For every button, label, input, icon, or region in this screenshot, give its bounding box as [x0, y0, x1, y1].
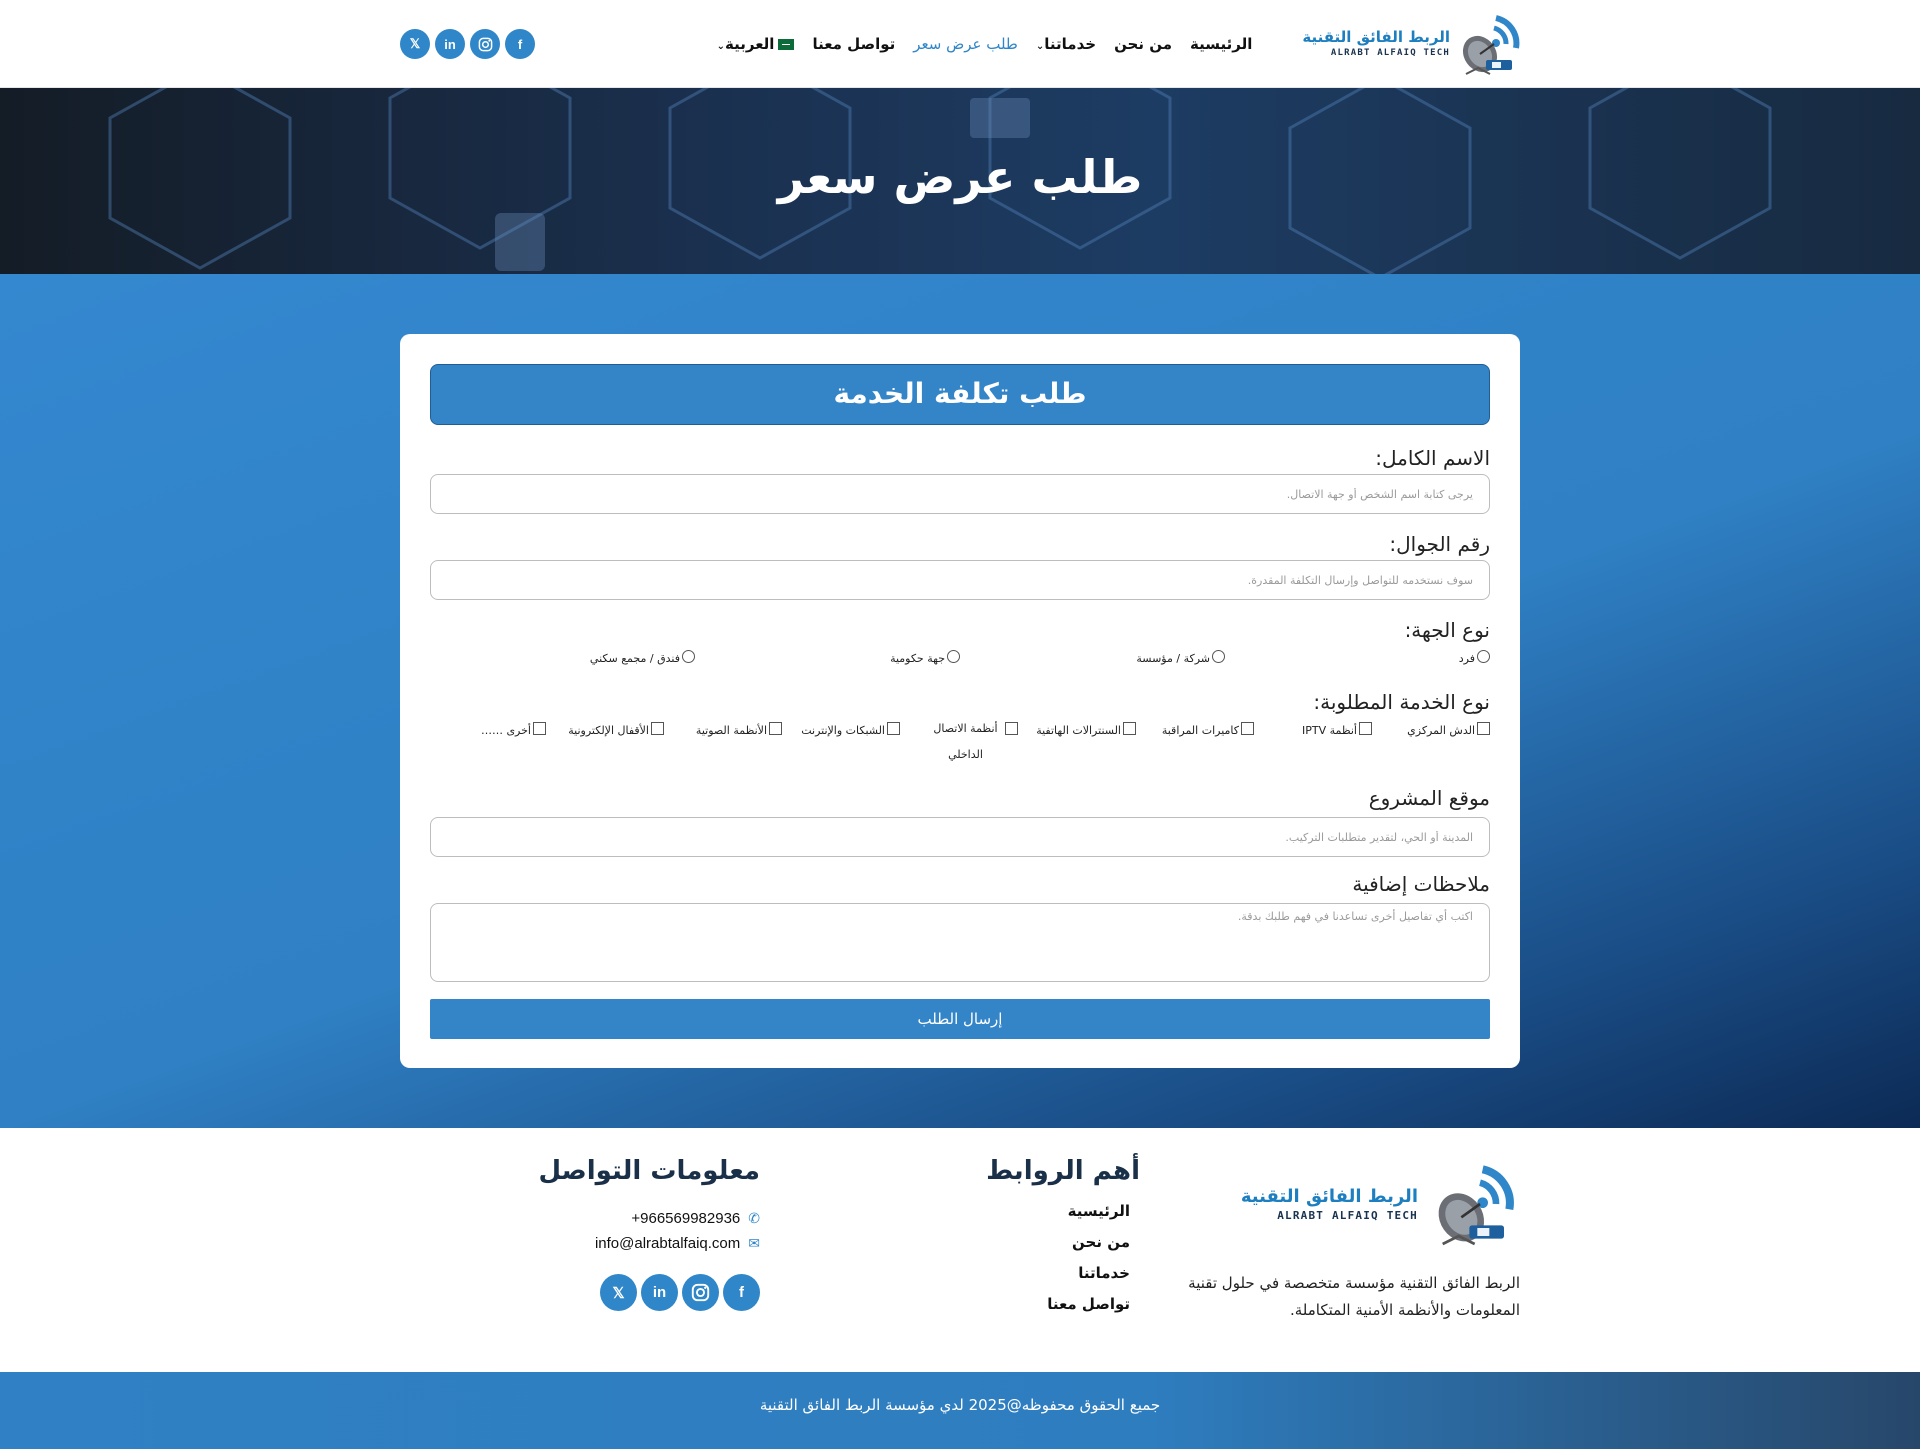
footer-about: الربط الفائق التقنية ALRABT ALFAIQ TECH … — [1160, 1156, 1520, 1324]
footer-links-title: أهم الروابط — [986, 1156, 1140, 1186]
service-option[interactable]: أنظمة IPTV — [1302, 722, 1372, 737]
language-label: العربية — [725, 35, 775, 53]
entity-option[interactable]: شركة / مؤسسة — [1136, 650, 1225, 665]
nav-contact[interactable]: تواصل معنا — [812, 35, 895, 53]
service-option[interactable]: السنترالات الهاتفية — [1036, 722, 1136, 737]
email-address: info@alrabtalfaiq.com — [594, 1235, 741, 1252]
facebook-icon[interactable]: f — [505, 29, 535, 59]
service-type-label: نوع الخدمة المطلوبة: — [1313, 690, 1490, 714]
radio-button[interactable] — [1212, 650, 1225, 663]
notes-label: ملاحظات إضافية — [1352, 872, 1490, 896]
radio-button[interactable] — [1477, 650, 1490, 663]
service-option[interactable]: أخرى …… — [481, 722, 546, 737]
entity-option[interactable]: فندق / مجمع سكني — [590, 650, 695, 665]
instagram-icon[interactable] — [682, 1274, 719, 1311]
notes-textarea[interactable] — [430, 903, 1490, 982]
footer-links: أهم الروابط الرئيسية من نحن خدماتنا تواص… — [986, 1156, 1140, 1326]
radio-button[interactable] — [947, 650, 960, 663]
logo-text-en: ALRABT ALFAIQ TECH — [1277, 1208, 1418, 1222]
logo-text-en: ALRABT ALFAIQ TECH — [1330, 48, 1450, 58]
checkbox[interactable] — [887, 722, 900, 735]
checkbox[interactable] — [1477, 722, 1490, 735]
instagram-icon[interactable] — [470, 29, 500, 59]
x-icon[interactable]: 𝕏 — [600, 1274, 637, 1311]
entity-type-label: نوع الجهة: — [1404, 618, 1490, 642]
form-header: طلب تكلفة الخدمة — [430, 364, 1490, 425]
header-socials: 𝕏 in f — [400, 29, 535, 59]
footer-contact-title: معلومات التواصل — [538, 1156, 760, 1186]
quote-section: طلب تكلفة الخدمة الاسم الكامل: رقم الجوا… — [0, 274, 1920, 1128]
footer-email[interactable]: info@alrabtalfaiq.com ✉ — [538, 1235, 760, 1252]
x-icon[interactable]: 𝕏 — [400, 29, 430, 59]
footer-link-home[interactable]: الرئيسية — [986, 1202, 1130, 1220]
service-type-group: الدش المركزي أنظمة IPTV كاميرات المراقبة… — [430, 722, 1490, 762]
nav-home[interactable]: الرئيسية — [1190, 35, 1252, 53]
footer-link-about[interactable]: من نحن — [986, 1233, 1130, 1251]
service-option[interactable]: الشبكات والإنترنت — [801, 722, 900, 737]
phone-icon: ✆ — [748, 1210, 760, 1226]
footer-contact: معلومات التواصل +966569982936 ✆ info@alr… — [538, 1156, 760, 1311]
chevron-down-icon: ⌄ — [716, 41, 726, 52]
location-label: موقع المشروع — [1368, 786, 1490, 810]
phone-input[interactable] — [430, 560, 1490, 600]
linkedin-icon[interactable]: in — [641, 1274, 678, 1311]
checkbox[interactable] — [1005, 722, 1018, 735]
footer-phone[interactable]: +966569982936 ✆ — [538, 1210, 760, 1227]
main-nav: الرئيسية من نحن خدماتنا⌄ طلب عرض سعر توا… — [717, 35, 1253, 53]
checkbox[interactable] — [769, 722, 782, 735]
name-label: الاسم الكامل: — [1375, 446, 1490, 470]
nav-quote[interactable]: طلب عرض سعر — [913, 35, 1018, 53]
linkedin-icon[interactable]: in — [435, 29, 465, 59]
service-option[interactable]: الدش المركزي — [1407, 722, 1490, 737]
language-switcher[interactable]: العربية⌄ — [717, 35, 795, 53]
full-name-input[interactable] — [430, 474, 1490, 514]
service-option[interactable]: أنظمة الاتصال الداخلي — [928, 722, 1018, 768]
service-option[interactable]: الأقفال الإلكترونية — [568, 722, 664, 737]
satellite-dish-icon — [1462, 15, 1520, 75]
quote-form-card: طلب تكلفة الخدمة الاسم الكامل: رقم الجوا… — [400, 334, 1520, 1068]
nav-services[interactable]: خدماتنا⌄ — [1036, 35, 1096, 53]
footer-socials: 𝕏 in f — [538, 1274, 760, 1311]
nav-services-label: خدماتنا — [1044, 35, 1097, 53]
service-option[interactable]: الأنظمة الصوتية — [696, 722, 782, 737]
submit-button[interactable]: إرسال الطلب — [430, 999, 1490, 1039]
saudi-flag-icon — [778, 39, 795, 50]
radio-button[interactable] — [682, 650, 695, 663]
facebook-icon[interactable]: f — [723, 1274, 760, 1311]
service-option[interactable]: كاميرات المراقبة — [1162, 722, 1254, 737]
entity-option[interactable]: جهة حكومية — [890, 650, 960, 665]
site-footer: الربط الفائق التقنية ALRABT ALFAIQ TECH … — [0, 1128, 1920, 1372]
project-location-input[interactable] — [430, 817, 1490, 857]
logo-text-ar: الربط الفائق التقنية — [1302, 28, 1450, 46]
checkbox[interactable] — [533, 722, 546, 735]
checkbox[interactable] — [1359, 722, 1372, 735]
site-logo[interactable]: الربط الفائق التقنية ALRABT ALFAIQ TECH — [1302, 8, 1520, 80]
checkbox[interactable] — [1123, 722, 1136, 735]
copyright-bar: جميع الحقوق محفوظه@2025 لدي مؤسسة الربط … — [0, 1372, 1920, 1449]
envelope-icon: ✉ — [748, 1235, 760, 1251]
footer-link-contact[interactable]: تواصل معنا — [986, 1295, 1130, 1313]
footer-about-text: الربط الفائق التقنية مؤسسة متخصصة في حلو… — [1188, 1274, 1520, 1319]
phone-label: رقم الجوال: — [1389, 532, 1490, 556]
page-title: طلب عرض سعر — [777, 150, 1143, 204]
footer-logo[interactable]: الربط الفائق التقنية ALRABT ALFAIQ TECH — [1160, 1156, 1520, 1252]
phone-number: +966569982936 — [631, 1210, 741, 1227]
entity-option[interactable]: فرد — [1459, 650, 1490, 665]
satellite-dish-icon — [1438, 1165, 1514, 1246]
checkbox[interactable] — [651, 722, 664, 735]
footer-link-services[interactable]: خدماتنا — [986, 1264, 1130, 1282]
chevron-down-icon: ⌄ — [1035, 41, 1045, 52]
logo-text-ar: الربط الفائق التقنية — [1240, 1185, 1418, 1207]
entity-type-group: فرد شركة / مؤسسة جهة حكومية فندق / مجمع … — [430, 650, 1490, 670]
nav-about[interactable]: من نحن — [1114, 35, 1172, 53]
page-hero: طلب عرض سعر — [0, 88, 1920, 274]
checkbox[interactable] — [1241, 722, 1254, 735]
site-header: الربط الفائق التقنية ALRABT ALFAIQ TECH … — [0, 0, 1920, 88]
